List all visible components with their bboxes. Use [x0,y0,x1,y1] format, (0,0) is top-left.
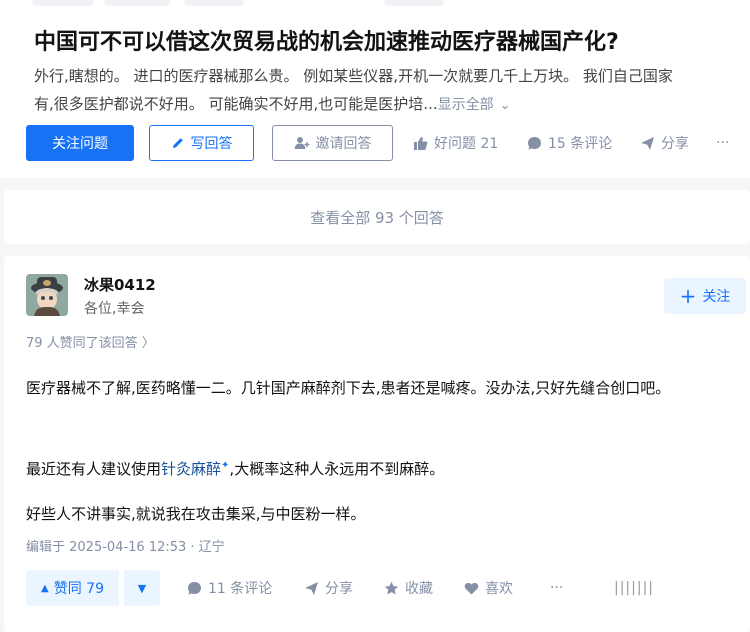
show-all-label: 显示全部 [437,97,494,113]
answer-paragraph: 医疗器械不了解,医药略懂一二。几针国产麻醉剂下去,患者还是喊疼。没办法,只好先缝… [26,379,671,397]
question-share-label: 分享 [661,136,689,152]
answer-text: 最近还有人建议使用 [26,460,162,478]
answer-card: 冰果0412 各位,幸会 + 关注 79 人赞同了该回答 〉 医疗器械不了解,医… [4,256,750,632]
question-comments-button[interactable]: 15 条评论 [527,125,612,161]
top-tab-stub [104,0,170,6]
share-icon [305,581,318,595]
collect-button[interactable]: 收藏 [384,570,433,606]
answer-actions: ▲ 赞同 79 ▼ 11 条评论 分享 收藏 喜欢 ··· ||||||| [4,570,750,606]
invite-answer-label: 邀请回答 [315,136,372,152]
write-answer-button[interactable]: 写回答 [149,125,254,161]
question-actions: 关注问题 写回答 邀请回答 好问题 21 15 条评论 分享 ··· [0,125,750,161]
answer-more-button[interactable]: ··· [550,570,563,606]
edit-timestamp[interactable]: 编辑于 2025-04-16 12:53 · 辽宁 [26,536,225,555]
answer-share-button[interactable]: 分享 [304,570,353,606]
chevron-down-icon: ⌄ [499,98,511,113]
answer-comments-label: 11 条评论 [208,581,273,597]
invite-user-icon [294,137,309,149]
like-button[interactable]: 喜欢 [464,570,513,606]
excerpt-line: 有,很多医护都说不好用。 可能确实不好用,也可能是医护培...显示全部 ⌄ [34,90,750,118]
pencil-icon [172,138,183,148]
watermark: ||||||| [614,580,655,596]
answer-text: ,大概率这种人永远用不到麻醉。 [229,460,445,478]
star-icon [384,581,399,594]
top-tab-stub [384,0,444,6]
answer-paragraph: 最近还有人建议使用针灸麻醉✦,大概率这种人永远用不到麻醉。 [26,452,746,483]
plus-icon: + [679,284,697,308]
triangle-down-icon: ▼ [137,581,147,595]
question-card: 中国可不可以借这次贸易战的机会加速推动医疗器械国产化? 外行,瞎想的。 进口的医… [0,0,750,178]
follow-author-button[interactable]: + 关注 [664,278,746,314]
excerpt-text: 有,很多医护都说不好用。 可能确实不好用,也可能是医护培... [34,95,438,113]
avatar[interactable] [26,274,68,316]
invite-answer-button[interactable]: 邀请回答 [272,125,393,161]
view-all-answers-link[interactable]: 查看全部 93 个回答 [4,190,750,244]
answer-share-label: 分享 [325,581,353,597]
vote-down-button[interactable]: ▼ [124,570,160,606]
vote-up-button[interactable]: ▲ 赞同 79 [26,570,119,606]
question-excerpt[interactable]: 外行,瞎想的。 进口的医疗器械那么贵。 例如某些仪器,开机一次就要几千上万块。 … [34,62,750,118]
vote-up-label: 赞同 79 [53,581,104,597]
question-more-button[interactable]: ··· [716,125,729,161]
thumbs-up-icon [414,136,428,150]
excerpt-line: 外行,瞎想的。 进口的医疗器械那么贵。 例如某些仪器,开机一次就要几千上万块。 … [34,67,673,85]
vote-count-link[interactable]: 79 人赞同了该回答 〉 [26,332,155,351]
collect-label: 收藏 [405,581,433,597]
author-name[interactable]: 冰果0412 [84,274,156,295]
write-answer-label: 写回答 [190,136,233,152]
share-icon [641,136,654,150]
show-all-link[interactable]: 显示全部 ⌄ [438,97,511,113]
like-label: 喜欢 [485,581,513,597]
good-question-label: 好问题 21 [434,136,499,152]
follow-question-button[interactable]: 关注问题 [26,125,134,161]
question-title[interactable]: 中国可不可以借这次贸易战的机会加速推动医疗器械国产化? [34,24,619,56]
good-question-button[interactable]: 好问题 21 [413,125,498,161]
answer-paragraph: 好些人不讲事实,就说我在攻击集采,与中医粉一样。 [26,505,366,523]
question-comments-label: 15 条评论 [548,136,613,152]
topic-link[interactable]: 针灸麻醉 [161,460,221,478]
comment-icon [188,581,201,595]
answer-comments-button[interactable]: 11 条评论 [187,570,272,606]
follow-author-label: 关注 [702,289,731,305]
avatar-image [26,274,68,316]
top-tab-stub [184,0,244,6]
question-share-button[interactable]: 分享 [640,125,689,161]
top-tab-stub [32,0,94,6]
author-bio: 各位,幸会 [84,301,145,317]
comment-icon [528,136,541,150]
heart-icon [464,582,479,594]
triangle-up-icon: ▲ [41,582,49,594]
